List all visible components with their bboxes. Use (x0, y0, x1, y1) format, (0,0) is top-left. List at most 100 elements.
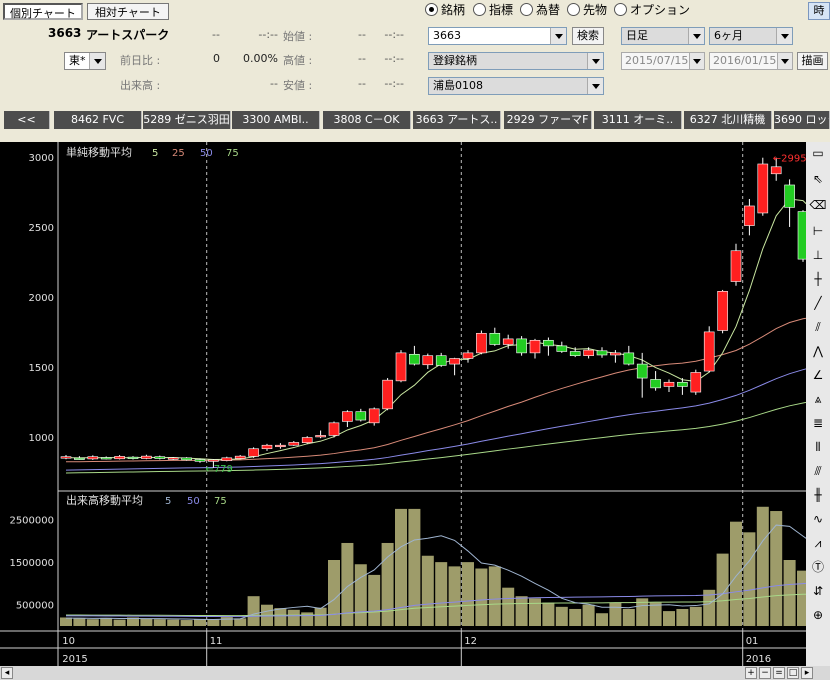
retracement-icon[interactable]: ≣ (809, 414, 827, 432)
volume-bar (502, 587, 515, 626)
drawing-toolbar: ▭ ⇖ ⌫ ⊢ ⊥ ┼ ╱ ⫽ ⋀ ∠ ⩓ ≣ ⦀ ⫻ ╫ ∿ ⩘ Ⓣ ⇵ ⊕ (806, 142, 830, 666)
time-zone-icon[interactable]: ╫ (809, 486, 827, 504)
marker-icon[interactable]: ⊕ (809, 606, 827, 624)
volume-bar (515, 596, 528, 626)
ticker-prev-button[interactable]: << (4, 111, 50, 129)
candle-body (556, 345, 568, 352)
chevron-down-icon (689, 53, 704, 69)
radio-option[interactable]: オプション (614, 2, 690, 18)
market-select[interactable]: 東* (64, 52, 106, 70)
cursor-icon[interactable]: ⇖ (809, 170, 827, 188)
arrow-tool-icon[interactable]: ⇵ (809, 582, 827, 600)
candle-body (301, 437, 313, 444)
candle-body (248, 448, 259, 457)
collapse-icon[interactable]: ▭ (809, 144, 827, 162)
volume-bar (555, 606, 568, 626)
end-date-field[interactable]: 2016/01/15 (709, 52, 793, 70)
volume-bar (743, 532, 756, 626)
volume-bar (381, 542, 394, 626)
prev-day-label: 前日比 : (120, 54, 161, 67)
fibonacci-fan-icon[interactable]: ⩓ (809, 390, 827, 408)
x-year-label: 2016 (746, 654, 771, 665)
wave-icon[interactable]: ∿ (809, 510, 827, 528)
high-annotation: ←2995 (773, 154, 806, 165)
stock-chart[interactable]: 10 2015 11 12 01 2016 1000 1500 2000 2500 3000 5000… (0, 142, 830, 666)
ticker-item[interactable]: 3663 アートス.. (413, 111, 501, 129)
volume-bar (301, 612, 314, 626)
candle-body (74, 457, 85, 460)
ticker-item[interactable]: 3808 C－OK (323, 111, 411, 129)
tab-individual-chart[interactable]: 個別チャート (3, 3, 83, 20)
start-date-field[interactable]: 2015/07/15 (621, 52, 705, 70)
ticker-item[interactable]: 2929 ファーマF (504, 111, 592, 129)
radio-futures[interactable]: 先物 (567, 2, 607, 18)
zoom-reset-icon[interactable]: = (773, 667, 785, 679)
chevron-down-icon (776, 28, 792, 44)
ticker-item[interactable]: 5289 ゼニス羽田 (143, 111, 231, 129)
time-button[interactable]: 時 (808, 2, 830, 20)
volume-bar (596, 613, 608, 626)
fan-line-icon[interactable]: ⋀ (809, 342, 827, 360)
cycle-lines-icon[interactable]: ⦀ (809, 438, 827, 456)
candle-body (275, 444, 286, 448)
radio-index[interactable]: 指標 (473, 2, 513, 18)
open-time: --:-- (384, 28, 404, 41)
volume-bar (542, 602, 555, 626)
candle-body (288, 442, 300, 446)
candle-body (717, 291, 728, 331)
volume-ma-legend-5: 5 (165, 496, 171, 507)
candle-body (395, 352, 407, 382)
candle-body (127, 456, 139, 459)
candle-body (181, 457, 192, 461)
volume-bar (756, 506, 769, 626)
angle-line-icon[interactable]: ∠ (809, 366, 827, 384)
x-tick-label: 10 (62, 636, 75, 647)
volume-bar (622, 608, 635, 626)
volume-bar (140, 618, 153, 626)
horizontal-line-icon[interactable]: ⊢ (809, 222, 827, 240)
y-tick-label: 2000 (29, 293, 54, 304)
scroll-right-icon[interactable]: ▸ (801, 667, 813, 679)
zoom-out-icon[interactable]: − (759, 667, 771, 679)
ticker-item[interactable]: 8462 FVC (54, 111, 142, 129)
eraser-icon[interactable]: ⌫ (809, 196, 827, 214)
radio-label: 指標 (489, 3, 514, 17)
text-tool-icon[interactable]: Ⓣ (809, 558, 827, 576)
draw-button[interactable]: 描画 (797, 52, 828, 70)
range-select[interactable]: 6ヶ月 (709, 27, 793, 45)
candle-body (167, 457, 179, 460)
zigzag-icon[interactable]: ⩘ (809, 534, 827, 552)
radio-forex[interactable]: 為替 (520, 2, 560, 18)
registered-select[interactable]: 登録銘柄 (428, 52, 604, 70)
ticker-item[interactable]: 3300 AMBI.. (232, 111, 320, 129)
candle-body (449, 358, 460, 365)
volume-bar (113, 619, 126, 626)
tab-relative-chart[interactable]: 相対チャート (87, 3, 169, 20)
code-combo[interactable]: 3663 (428, 27, 567, 45)
ticker-item[interactable]: 3111 オーミ.. (594, 111, 682, 129)
ticker-item[interactable]: 6327 北川精機 (684, 111, 772, 129)
chart-area[interactable]: 10 2015 11 12 01 2016 1000 1500 2000 2500 3000 5000… (0, 142, 830, 680)
volume-bar (435, 562, 448, 626)
ticker-item[interactable]: 3690 ロック (774, 111, 830, 129)
radio-stock[interactable]: 銘柄 (425, 2, 465, 18)
ma5-line (65, 198, 830, 460)
candle-body (757, 163, 769, 214)
list-select[interactable]: 浦島0108 (428, 77, 604, 95)
ma-legend-25: 25 (172, 148, 185, 159)
search-button[interactable]: 検索 (572, 27, 604, 45)
scroll-left-icon[interactable]: ◂ (1, 667, 13, 679)
parallel-line-icon[interactable]: ⫽ (809, 318, 827, 336)
candle-body (744, 205, 755, 226)
volume-bar (274, 608, 287, 626)
trend-line-icon[interactable]: ╱ (809, 294, 827, 312)
channel-icon[interactable]: ⫻ (809, 462, 827, 480)
interval-select[interactable]: 日足 (621, 27, 705, 45)
zoom-mode-icon[interactable]: □ (787, 667, 799, 679)
low-label: 安値 : (283, 79, 313, 92)
cross-line-icon[interactable]: ┼ (809, 270, 827, 288)
candle-body (784, 184, 795, 208)
vertical-line-icon[interactable]: ⊥ (809, 246, 827, 264)
zoom-in-icon[interactable]: + (745, 667, 757, 679)
chart-scrollbar[interactable]: ◂ + − = □ ▸ (0, 666, 830, 680)
